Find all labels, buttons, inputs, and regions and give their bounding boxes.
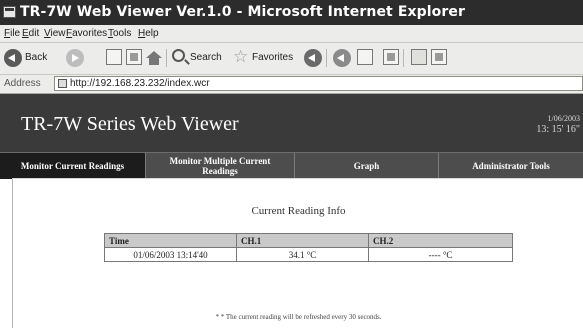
column-header-ch2: CH.2	[368, 233, 513, 248]
mail-icon[interactable]	[333, 49, 351, 67]
star-icon: ☆	[233, 47, 249, 66]
column-header-ch1: CH.1	[236, 233, 369, 248]
address-label: Address	[4, 78, 41, 89]
print-icon[interactable]	[357, 49, 373, 65]
discuss-icon[interactable]	[411, 49, 427, 65]
menu-help[interactable]: Help	[138, 28, 159, 39]
page-banner: TR-7W Series Web Viewer 1/06/2003 13: 15…	[0, 94, 583, 152]
toolbar: Back Search ☆ Favorites	[0, 43, 583, 75]
banner-time: 13: 15' 16"	[536, 124, 580, 135]
ie-page-icon	[3, 6, 16, 18]
tab-administrator-tools[interactable]: Administrator Tools	[439, 153, 583, 179]
content-panel: Current Reading Info Time CH.1 CH.2 01/0…	[12, 178, 583, 328]
back-arrow-icon	[4, 49, 22, 67]
menu-favorites[interactable]: Favorites	[66, 28, 107, 39]
toolbar-separator	[166, 49, 167, 67]
cell-ch1: 34.1 °C	[236, 247, 369, 262]
menu-tools[interactable]: Tools	[108, 28, 131, 39]
back-label: Back	[25, 52, 48, 63]
refresh-note: * * The current reading will be refreshe…	[215, 313, 382, 321]
menu-edit[interactable]: Edit	[22, 28, 39, 39]
table-row: 01/06/2003 13:14'40 34.1 °C ---- °C	[104, 247, 513, 262]
page-title: TR-7W Series Web Viewer	[21, 113, 239, 135]
tab-graph[interactable]: Graph	[295, 153, 439, 179]
address-bar: Address http://192.168.23.232/index.wcr	[0, 75, 583, 94]
search-label: Search	[190, 52, 222, 63]
page-icon	[58, 79, 67, 88]
messenger-icon[interactable]	[431, 49, 447, 65]
favorites-button[interactable]: ☆ Favorites	[233, 48, 301, 68]
stop-icon[interactable]	[106, 49, 122, 65]
browser-window: TR-7W Web Viewer Ver.1.0 - Microsoft Int…	[0, 0, 583, 328]
cell-ch2: ---- °C	[368, 247, 513, 262]
menu-file[interactable]: File	[4, 28, 20, 39]
forward-arrow-icon	[66, 49, 84, 67]
menu-view[interactable]: View	[44, 28, 66, 39]
table-header-row: Time CH.1 CH.2	[104, 233, 513, 248]
home-icon[interactable]	[146, 51, 162, 65]
readings-table: Time CH.1 CH.2 01/06/2003 13:14'40 34.1 …	[104, 233, 513, 262]
refresh-icon[interactable]	[126, 49, 142, 65]
toolbar-separator	[403, 49, 404, 67]
tab-monitor-current-readings[interactable]: Monitor Current Readings	[0, 153, 146, 179]
window-title: TR-7W Web Viewer Ver.1.0 - Microsoft Int…	[20, 4, 465, 20]
cell-time: 01/06/2003 13:14'40	[104, 247, 237, 262]
column-header-time: Time	[104, 233, 237, 248]
banner-date: 1/06/2003	[547, 114, 580, 123]
toolbar-separator	[326, 49, 327, 67]
edit-icon[interactable]	[383, 49, 399, 65]
favorites-label: Favorites	[252, 52, 294, 63]
back-button[interactable]: Back	[4, 48, 62, 68]
tab-monitor-multiple-current-readings[interactable]: Monitor Multiple Current Readings	[146, 153, 295, 179]
search-icon	[172, 49, 185, 62]
address-url: http://192.168.23.232/index.wcr	[70, 78, 210, 89]
forward-button[interactable]	[66, 48, 96, 68]
menu-bar: File Edit View Favorites Tools Help	[0, 25, 583, 43]
nav-bar: Monitor Current Readings Monitor Multipl…	[0, 152, 583, 179]
section-heading: Current Reading Info	[251, 205, 346, 217]
history-icon[interactable]	[304, 49, 322, 67]
search-button[interactable]: Search	[172, 48, 230, 68]
address-input[interactable]: http://192.168.23.232/index.wcr	[54, 76, 583, 91]
web-page: TR-7W Series Web Viewer 1/06/2003 13: 15…	[0, 94, 583, 328]
title-bar[interactable]: TR-7W Web Viewer Ver.1.0 - Microsoft Int…	[0, 0, 583, 25]
